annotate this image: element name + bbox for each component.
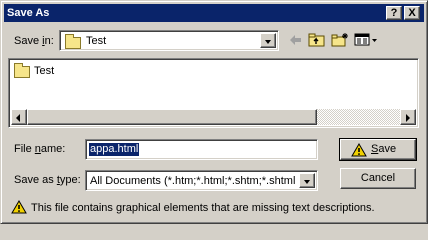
file-name-label: File name: — [14, 143, 66, 155]
save-as-dialog: Save As ? X Save in: Test Test File name… — [0, 0, 428, 224]
file-name-value: appa.html — [89, 143, 140, 156]
back-arrow-icon[interactable] — [287, 32, 303, 48]
save-in-dropdown[interactable]: Test — [59, 30, 279, 51]
list-item-label: Test — [34, 65, 55, 77]
up-folder-icon[interactable] — [308, 32, 326, 48]
chevron-down-icon[interactable] — [299, 173, 315, 188]
scroll-left-button[interactable] — [11, 109, 27, 125]
close-button[interactable]: X — [404, 6, 420, 20]
save-as-type-dropdown[interactable]: All Documents (*.htm;*.html;*.shtm;*.sht… — [85, 170, 318, 191]
scrollbar-thumb[interactable] — [27, 109, 317, 125]
file-name-field[interactable]: appa.html — [85, 139, 318, 160]
new-folder-icon[interactable] — [331, 32, 349, 48]
cancel-button[interactable]: Cancel — [340, 168, 416, 189]
save-in-label: Save in: — [14, 35, 54, 47]
save-as-type-value: All Documents (*.htm;*.html;*.shtm;*.sht… — [90, 175, 295, 187]
help-button[interactable]: ? — [386, 6, 402, 20]
title-bar[interactable]: Save As ? X — [4, 4, 424, 22]
warning-icon — [11, 200, 27, 214]
save-button[interactable]: Save — [339, 138, 417, 161]
file-list[interactable]: Test — [8, 58, 419, 128]
warning-icon — [351, 143, 367, 157]
save-button-label: Save — [371, 143, 397, 155]
horizontal-scrollbar[interactable] — [11, 109, 416, 125]
scroll-right-button[interactable] — [400, 109, 416, 125]
folder-icon — [14, 63, 30, 78]
folder-icon — [65, 34, 81, 49]
save-as-type-label: Save as type: — [14, 174, 81, 186]
warning-message: This file contains graphical elements th… — [31, 202, 375, 214]
view-menu-icon[interactable] — [354, 32, 378, 48]
chevron-down-icon[interactable] — [260, 33, 276, 48]
list-item[interactable]: Test — [14, 63, 74, 79]
save-in-value: Test — [86, 35, 107, 47]
dialog-title: Save As — [7, 7, 50, 19]
